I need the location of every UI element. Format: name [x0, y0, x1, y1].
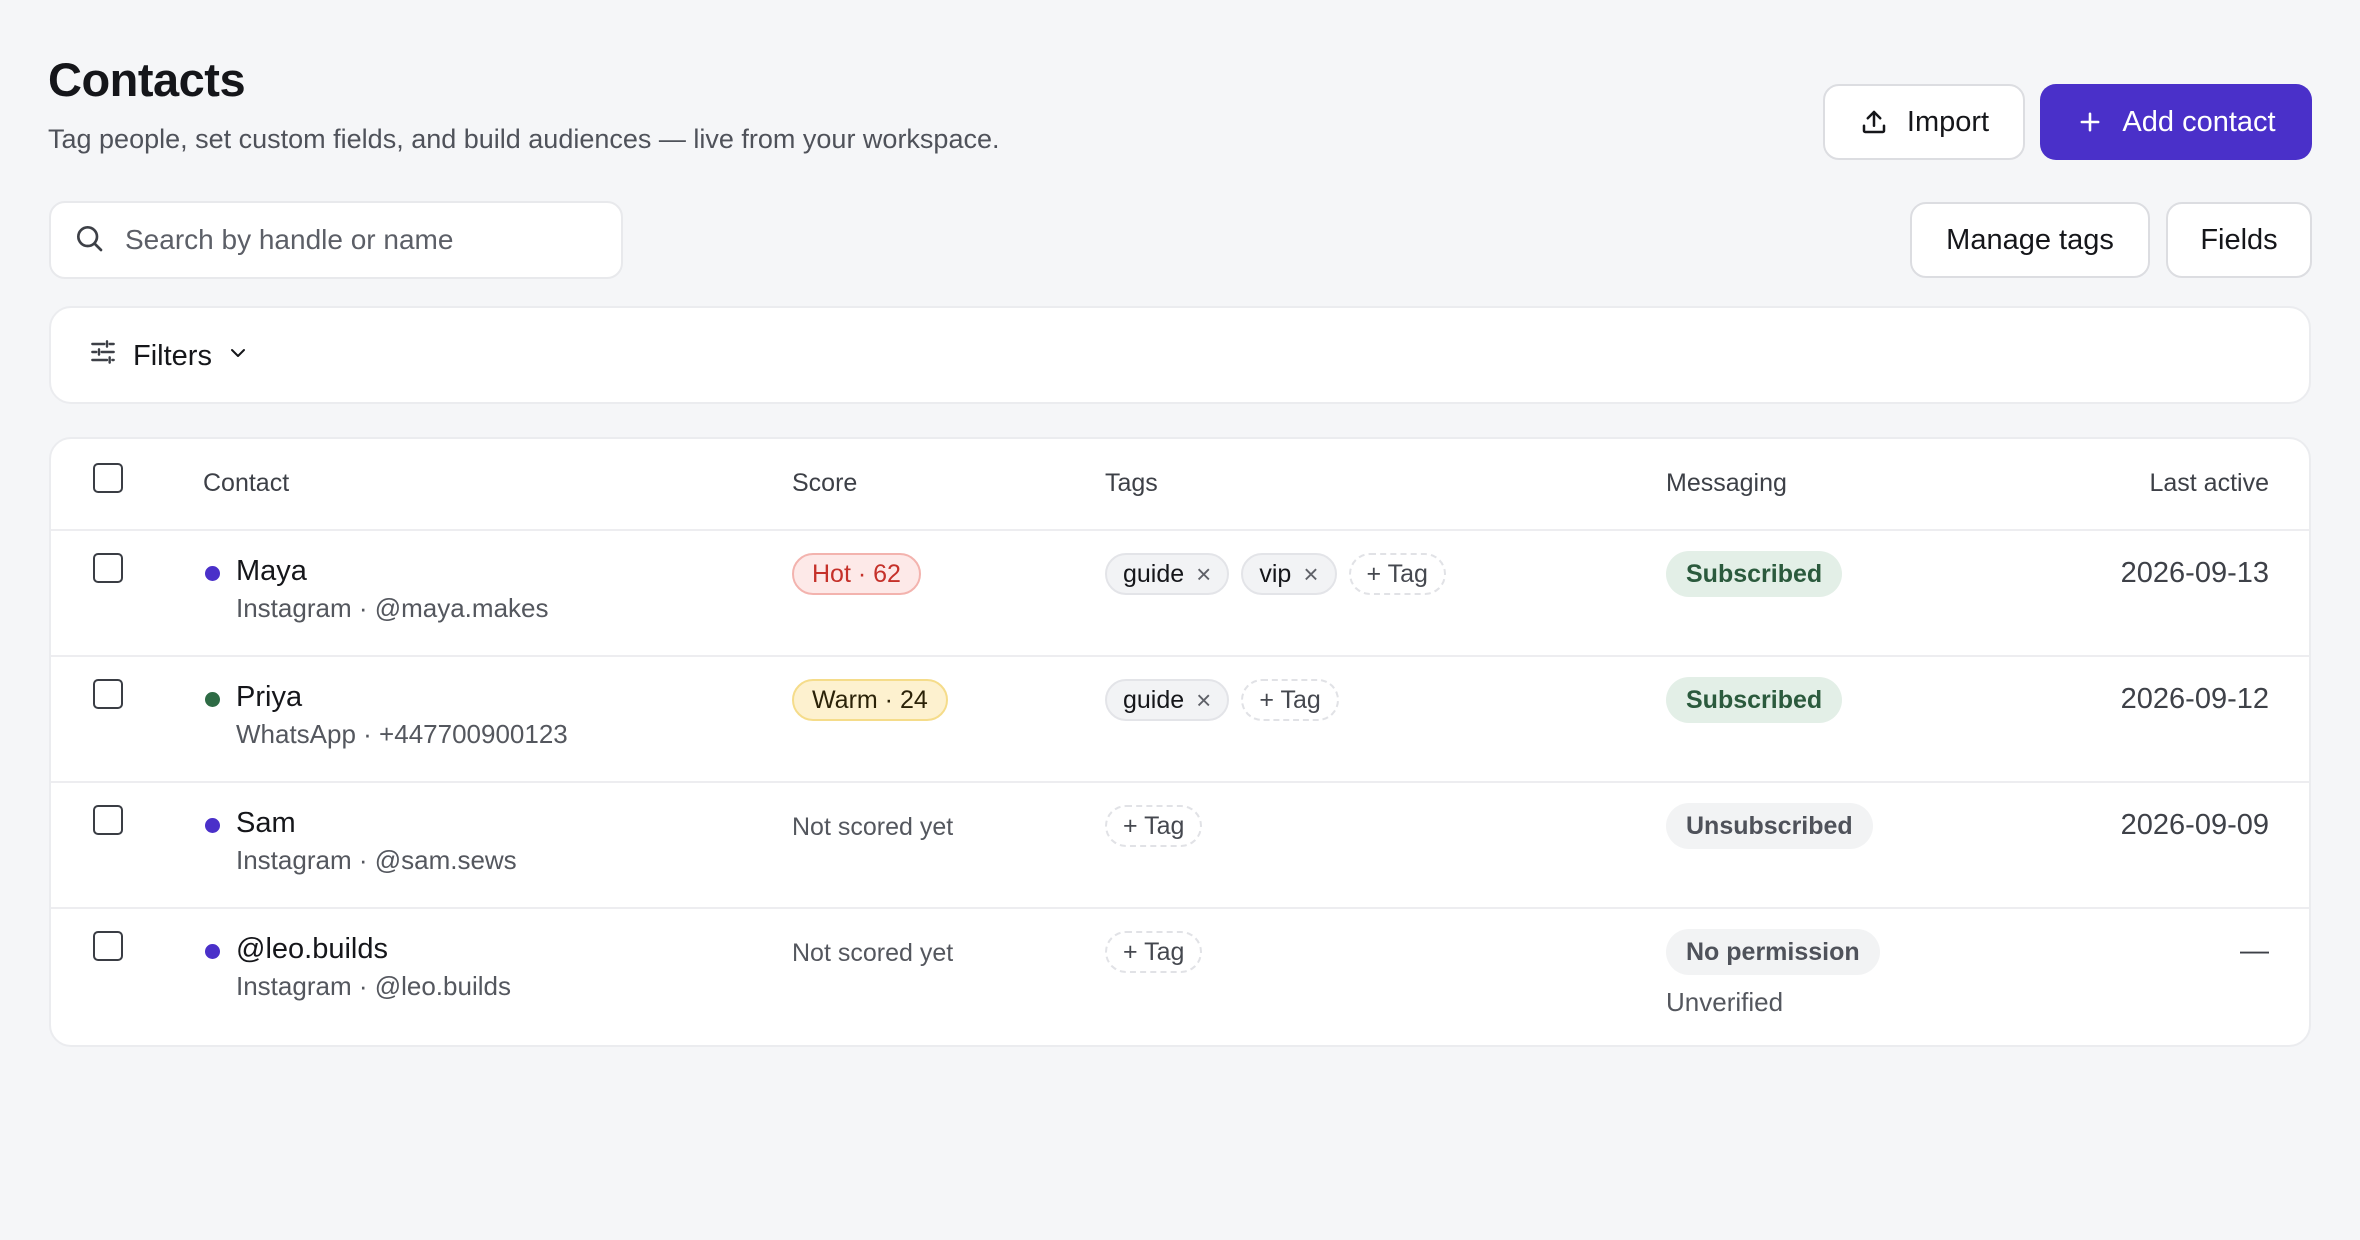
column-last-active: Last active — [2149, 469, 2269, 497]
last-active-date: 2026-09-13 — [2120, 557, 2269, 589]
messaging-status-badge: No permission — [1666, 929, 1880, 975]
tag-chip: vip × — [1241, 553, 1337, 595]
tag-label: vip — [1259, 559, 1292, 588]
tag-label: guide — [1123, 685, 1185, 714]
last-active-date: — — [2240, 935, 2269, 967]
tag-list: + Tag — [1105, 931, 1203, 973]
column-tags: Tags — [1105, 469, 1158, 497]
remove-tag-icon[interactable]: × — [1303, 561, 1318, 587]
search-box — [49, 201, 623, 279]
row-checkbox[interactable] — [93, 679, 123, 709]
add-tag-button[interactable]: + Tag — [1105, 931, 1203, 973]
contacts-table: Contact Score Tags Messaging Last active… — [49, 437, 2311, 1047]
channel-dot — [205, 944, 220, 959]
channel-dot — [205, 692, 220, 707]
add-tag-button[interactable]: + Tag — [1105, 805, 1203, 847]
contact-name[interactable]: @leo.builds — [236, 933, 388, 966]
table-row[interactable]: Sam Instagram · @sam.sews Not scored yet… — [51, 781, 2309, 909]
last-active-date: 2026-09-12 — [2120, 683, 2269, 715]
contacts-page: Contacts Tag people, set custom fields, … — [0, 0, 2360, 1240]
add-contact-label: Add contact — [2122, 105, 2276, 138]
remove-tag-icon[interactable]: × — [1196, 561, 1211, 587]
import-button[interactable]: Import — [1823, 84, 2025, 160]
contact-name[interactable]: Maya — [236, 555, 307, 588]
filters-label: Filters — [133, 339, 212, 372]
contact-channel: WhatsApp · +447700900123 — [236, 719, 568, 749]
search-input[interactable] — [123, 223, 587, 257]
filters-toggle[interactable]: Filters — [87, 332, 250, 380]
column-messaging: Messaging — [1666, 469, 1787, 497]
tag-list: guide × vip × + Tag — [1105, 553, 1446, 595]
score-text: Not scored yet — [792, 813, 954, 841]
table-row[interactable]: Priya WhatsApp · +447700900123 Warm · 24… — [51, 655, 2309, 783]
channel-dot — [205, 566, 220, 581]
last-active-date: 2026-09-09 — [2120, 809, 2269, 841]
tag-chip: guide × — [1105, 679, 1230, 721]
tag-label: guide — [1123, 559, 1185, 588]
row-checkbox[interactable] — [93, 553, 123, 583]
table-header: Contact Score Tags Messaging Last active — [51, 439, 2309, 531]
add-tag-button[interactable]: + Tag — [1241, 679, 1339, 721]
contact-channel: Instagram · @leo.builds — [236, 971, 511, 1001]
manage-tags-label: Manage tags — [1946, 223, 2114, 256]
plus-icon — [2076, 108, 2104, 136]
table-row[interactable]: @leo.builds Instagram · @leo.builds Not … — [51, 907, 2309, 1033]
score-badge: Warm · 24 — [792, 679, 948, 721]
channel-dot — [205, 818, 220, 833]
contact-channel: Instagram · @maya.makes — [236, 593, 549, 623]
score-badge: Hot · 62 — [792, 553, 921, 595]
sliders-icon — [87, 336, 119, 376]
verification-note: Unverified — [1666, 987, 1784, 1017]
add-tag-button[interactable]: + Tag — [1348, 553, 1446, 595]
score-text: Not scored yet — [792, 939, 954, 967]
page-subtitle: Tag people, set custom fields, and build… — [48, 124, 1000, 154]
contact-name[interactable]: Priya — [236, 681, 302, 714]
messaging-status-badge: Subscribed — [1666, 551, 1843, 597]
column-contact: Contact — [203, 469, 290, 497]
remove-tag-icon[interactable]: × — [1196, 687, 1211, 713]
tag-chip: guide × — [1105, 553, 1230, 595]
column-score: Score — [792, 469, 858, 497]
manage-tags-button[interactable]: Manage tags — [1910, 202, 2150, 278]
upload-icon — [1859, 107, 1889, 137]
fields-label: Fields — [2200, 223, 2278, 256]
add-contact-button[interactable]: Add contact — [2040, 84, 2312, 160]
contact-channel: Instagram · @sam.sews — [236, 845, 517, 875]
tag-list: + Tag — [1105, 805, 1203, 847]
page-title: Contacts — [48, 53, 246, 106]
tag-list: guide × + Tag — [1105, 679, 1339, 721]
search-icon — [73, 222, 105, 259]
row-checkbox[interactable] — [93, 805, 123, 835]
row-checkbox[interactable] — [93, 931, 123, 961]
messaging-status-badge: Unsubscribed — [1666, 803, 1873, 849]
chevron-down-icon — [226, 340, 250, 373]
contact-name[interactable]: Sam — [236, 807, 296, 840]
messaging-status-badge: Subscribed — [1666, 677, 1843, 723]
fields-button[interactable]: Fields — [2166, 202, 2312, 278]
import-label: Import — [1906, 105, 1990, 138]
select-all-checkbox[interactable] — [93, 463, 123, 493]
table-row[interactable]: Maya Instagram · @maya.makes Hot · 62 gu… — [51, 529, 2309, 657]
filter-bar: Filters — [49, 306, 2311, 404]
